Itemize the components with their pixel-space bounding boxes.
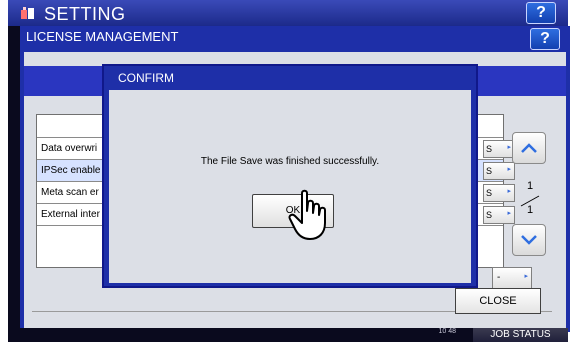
help-button[interactable]: ?: [526, 2, 556, 24]
small-arrow-icon: ▸: [524, 273, 528, 280]
list-item-label: Meta scan er: [41, 187, 99, 198]
dialog-message: The File Save was finished successfully.: [200, 156, 380, 167]
page-down-button[interactable]: [512, 224, 546, 256]
list-item-label: External inter: [41, 209, 100, 220]
list-item-button-label: S: [486, 144, 493, 154]
small-arrow-icon: ▸: [507, 210, 511, 217]
dialog-title: CONFIRM: [118, 71, 174, 85]
list-item-button[interactable]: S ▸: [483, 206, 515, 224]
small-arrow-icon: ▸: [507, 188, 511, 195]
list-item-button-label: S: [486, 188, 493, 198]
list-item-button-label: S: [486, 166, 493, 176]
dialog-body: The File Save was finished successfully.…: [109, 90, 471, 283]
page-current: 1: [527, 180, 534, 192]
status-bar: 10 48 JOB STATUS: [8, 328, 568, 342]
setting-icon: [21, 7, 34, 19]
clock-time: 10 48: [438, 328, 456, 335]
clock: 10 48: [406, 328, 456, 335]
list-item-button[interactable]: S ▸: [483, 162, 515, 180]
small-arrow-icon: ▸: [507, 166, 511, 173]
small-arrow-icon: ▸: [507, 144, 511, 151]
job-status-button[interactable]: JOB STATUS: [473, 328, 568, 342]
chevron-down-icon: [521, 235, 537, 245]
license-window-title: LICENSE MANAGEMENT: [26, 29, 179, 44]
page-up-button[interactable]: [512, 132, 546, 164]
app-title: SETTING: [44, 4, 126, 24]
lower-action-label: -: [497, 272, 501, 283]
close-button[interactable]: CLOSE: [455, 288, 541, 314]
setting-title-bar: SETTING ?: [8, 0, 568, 26]
confirm-dialog: CONFIRM The File Save was finished succe…: [102, 64, 478, 288]
page-total: 1: [527, 204, 534, 216]
pointing-hand-icon: [288, 189, 326, 240]
license-help-button[interactable]: ?: [530, 28, 560, 50]
chevron-up-icon: [521, 143, 537, 153]
list-item-label: IPSec enable: [41, 165, 101, 176]
lower-action-button[interactable]: - ▸: [492, 267, 532, 289]
list-item-button[interactable]: S ▸: [483, 184, 515, 202]
list-item-button-label: S: [486, 210, 493, 220]
list-item-label: Data overwri: [41, 143, 98, 154]
list-item-button[interactable]: S ▸: [483, 140, 515, 158]
